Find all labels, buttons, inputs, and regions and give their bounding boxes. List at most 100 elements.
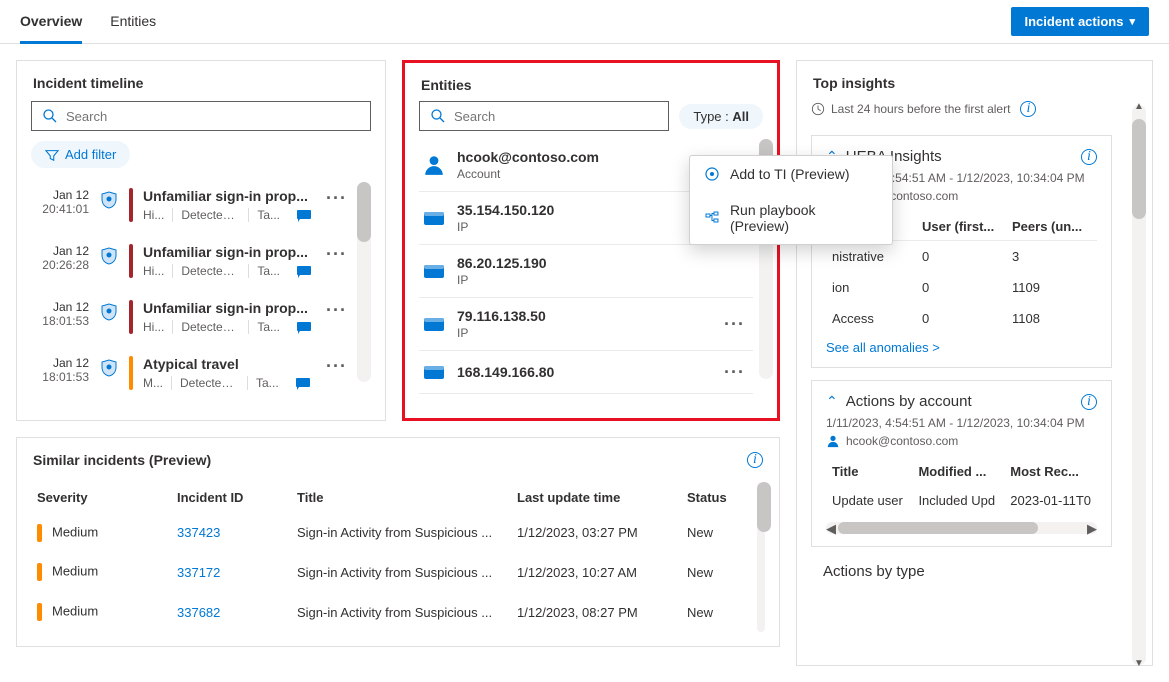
- incident-timeline-card: Incident timeline Add filter Ja: [16, 60, 386, 421]
- severity-bar: [129, 244, 133, 278]
- entities-title: Entities: [405, 63, 777, 101]
- playbook-icon: [704, 210, 720, 226]
- entity-item[interactable]: 79.116.138.50 IP ···: [419, 298, 753, 351]
- col-title[interactable]: Title: [291, 482, 511, 513]
- incident-link[interactable]: 337423: [177, 525, 220, 540]
- actions-by-type-title: Actions by type: [797, 559, 1126, 590]
- comment-icon: [296, 265, 312, 278]
- actions-account-insight: ⌃ Actions by account i 1/11/2023, 4:54:5…: [811, 380, 1112, 547]
- timeline-title: Incident timeline: [17, 61, 385, 101]
- similar-scrollbar[interactable]: [757, 482, 765, 632]
- similar-title: Similar incidents (Preview): [33, 452, 211, 468]
- insights-scrollbar[interactable]: ▲ ▼: [1132, 105, 1146, 665]
- filter-icon: [45, 148, 59, 162]
- actions-account-range: 1/11/2023, 4:54:51 AM - 1/12/2023, 10:34…: [826, 416, 1097, 430]
- severity-bar: [37, 524, 42, 542]
- clock-icon: [811, 102, 825, 116]
- incident-link[interactable]: 337682: [177, 605, 220, 620]
- timeline-item[interactable]: Jan 1218:01:53 Atypical travel M...Detec…: [31, 350, 351, 406]
- page-header: Overview Entities Incident actions ▾: [0, 0, 1169, 44]
- more-icon[interactable]: ···: [720, 314, 749, 334]
- search-icon: [42, 108, 58, 124]
- insights-hint: Last 24 hours before the first alert: [831, 102, 1010, 116]
- table-row[interactable]: ion01109: [826, 272, 1097, 303]
- ip-icon: [423, 209, 445, 227]
- actions-hscrollbar[interactable]: ◀ ▶: [826, 522, 1097, 534]
- col-last-update[interactable]: Last update time: [511, 482, 681, 513]
- table-row[interactable]: Medium 337172 Sign-in Activity from Susp…: [31, 553, 751, 593]
- more-icon[interactable]: ···: [322, 356, 351, 377]
- info-icon[interactable]: i: [747, 452, 763, 468]
- comment-icon: [295, 377, 311, 390]
- shield-icon: [99, 246, 119, 266]
- severity-bar: [129, 300, 133, 334]
- header-tabs: Overview Entities: [20, 1, 156, 43]
- header-actions: Incident actions ▾: [1011, 7, 1150, 36]
- target-icon: [704, 166, 720, 182]
- info-icon[interactable]: i: [1081, 149, 1097, 165]
- severity-bar: [37, 563, 42, 581]
- ip-icon: [423, 262, 445, 280]
- shield-icon: [99, 302, 119, 322]
- add-filter-button[interactable]: Add filter: [31, 141, 130, 168]
- info-icon[interactable]: i: [1081, 394, 1097, 410]
- similar-incidents-card: Similar incidents (Preview) i Severity I…: [16, 437, 780, 647]
- chevron-up-icon[interactable]: ⌃: [826, 393, 838, 410]
- entities-type-filter[interactable]: Type : All: [679, 104, 763, 129]
- search-icon: [430, 108, 446, 124]
- timeline-item[interactable]: Jan 1218:01:53 Unfamiliar sign-in prop..…: [31, 294, 351, 350]
- actions-account-table: Title Modified ... Most Rec... Update us…: [826, 458, 1097, 516]
- table-row[interactable]: Medium 337682 Sign-in Activity from Susp…: [31, 592, 751, 632]
- incident-actions-label: Incident actions: [1025, 14, 1124, 29]
- timeline-item[interactable]: Jan 1220:26:28 Unfamiliar sign-in prop..…: [31, 238, 351, 294]
- menu-run-playbook[interactable]: Run playbook (Preview): [690, 192, 892, 244]
- shield-icon: [99, 358, 119, 378]
- add-filter-label: Add filter: [65, 147, 116, 162]
- entities-search-input[interactable]: [454, 109, 658, 124]
- table-row[interactable]: Access01108: [826, 303, 1097, 334]
- severity-bar: [129, 188, 133, 222]
- col-status[interactable]: Status: [681, 482, 751, 513]
- person-icon: [423, 154, 445, 176]
- more-icon[interactable]: ···: [322, 244, 351, 265]
- entities-card: Entities Type : All hcook@contoso.com Ac…: [402, 60, 780, 421]
- more-icon[interactable]: ···: [720, 362, 749, 382]
- timeline-item[interactable]: Jan 1220:41:01 Unfamiliar sign-in prop..…: [31, 182, 351, 238]
- entity-item[interactable]: 168.149.166.80 ···: [419, 351, 753, 394]
- incident-link[interactable]: 337172: [177, 565, 220, 580]
- see-all-anomalies-link[interactable]: See all anomalies >: [826, 340, 1097, 355]
- content-area: Incident timeline Add filter Ja: [0, 44, 1169, 682]
- more-icon[interactable]: ···: [322, 188, 351, 209]
- insights-title: Top insights: [797, 61, 1152, 101]
- similar-incidents-table: Severity Incident ID Title Last update t…: [31, 482, 751, 632]
- severity-bar: [129, 356, 133, 390]
- table-row[interactable]: Medium 337423 Sign-in Activity from Susp…: [31, 513, 751, 553]
- menu-add-to-ti[interactable]: Add to TI (Preview): [690, 156, 892, 192]
- col-severity[interactable]: Severity: [31, 482, 171, 513]
- actions-account-title: Actions by account: [846, 393, 972, 410]
- tab-overview[interactable]: Overview: [20, 1, 82, 44]
- col-incident-id[interactable]: Incident ID: [171, 482, 291, 513]
- severity-bar: [37, 603, 42, 621]
- timeline-search[interactable]: [31, 101, 371, 131]
- chevron-down-icon: ▾: [1129, 15, 1135, 28]
- comment-icon: [296, 321, 312, 334]
- incident-actions-button[interactable]: Incident actions ▾: [1011, 7, 1150, 36]
- timeline-scrollbar[interactable]: [357, 182, 371, 382]
- ip-icon: [423, 363, 445, 381]
- tab-entities[interactable]: Entities: [110, 1, 156, 43]
- top-insights-card: Top insights Last 24 hours before the fi…: [796, 60, 1153, 666]
- shield-icon: [99, 190, 119, 210]
- comment-icon: [296, 209, 312, 222]
- entity-context-menu: Add to TI (Preview) Run playbook (Previe…: [689, 155, 893, 245]
- person-icon: [826, 434, 840, 448]
- more-icon[interactable]: ···: [322, 300, 351, 321]
- timeline-list: Jan 1220:41:01 Unfamiliar sign-in prop..…: [31, 182, 351, 406]
- entity-item[interactable]: 86.20.125.190 IP: [419, 245, 753, 298]
- timeline-search-input[interactable]: [66, 109, 360, 124]
- info-icon[interactable]: i: [1020, 101, 1036, 117]
- entities-search[interactable]: [419, 101, 669, 131]
- table-row[interactable]: nistrative03: [826, 241, 1097, 273]
- table-row[interactable]: Update userIncluded Upd2023-01-11T0: [826, 485, 1097, 516]
- ip-icon: [423, 315, 445, 333]
